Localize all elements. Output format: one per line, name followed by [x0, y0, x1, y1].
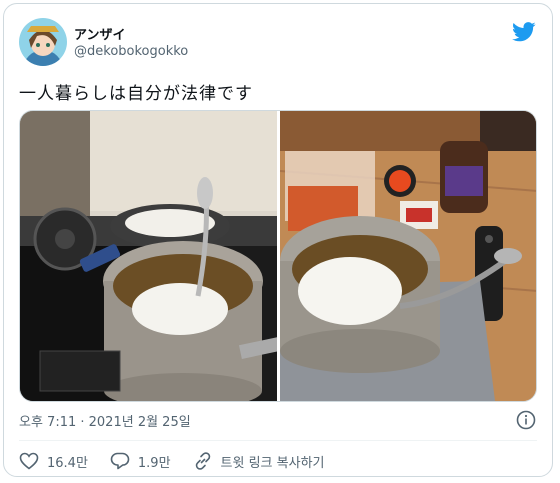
photo-left[interactable] [20, 111, 277, 401]
copy-link-label: 트윗 링크 복사하기 [220, 455, 325, 471]
info-icon[interactable] [516, 410, 536, 430]
tweet-card[interactable]: アンザイ @dekobokogokko 一人暮らしは自分が法律です 오후 7:1… [3, 3, 553, 477]
reply-button[interactable]: 1.9만 [110, 452, 171, 471]
avatar[interactable] [19, 18, 67, 66]
reply-icon [110, 452, 130, 470]
user-handle[interactable]: @dekobokogokko [74, 44, 188, 59]
like-count: 16.4만 [47, 455, 88, 471]
tweet-text: 一人暮らしは自分が法律です [19, 84, 253, 104]
heart-icon [19, 452, 39, 470]
link-icon [195, 452, 210, 470]
like-button[interactable]: 16.4만 [19, 452, 88, 471]
copy-link-button[interactable]: 트윗 링크 복사하기 [193, 452, 325, 471]
tweet-timestamp[interactable]: 오후 7:11 · 2021년 2월 25일 [19, 411, 191, 430]
action-bar: 16.4만 1.9만 트윗 링크 복사하기 [19, 450, 347, 472]
display-name[interactable]: アンザイ [74, 24, 125, 43]
twitter-bird-icon[interactable] [512, 22, 536, 42]
tweet-media[interactable] [19, 110, 537, 402]
reply-count: 1.9만 [137, 455, 171, 471]
divider [19, 440, 537, 441]
avatar-image [19, 18, 67, 66]
photo-right[interactable] [280, 111, 537, 401]
